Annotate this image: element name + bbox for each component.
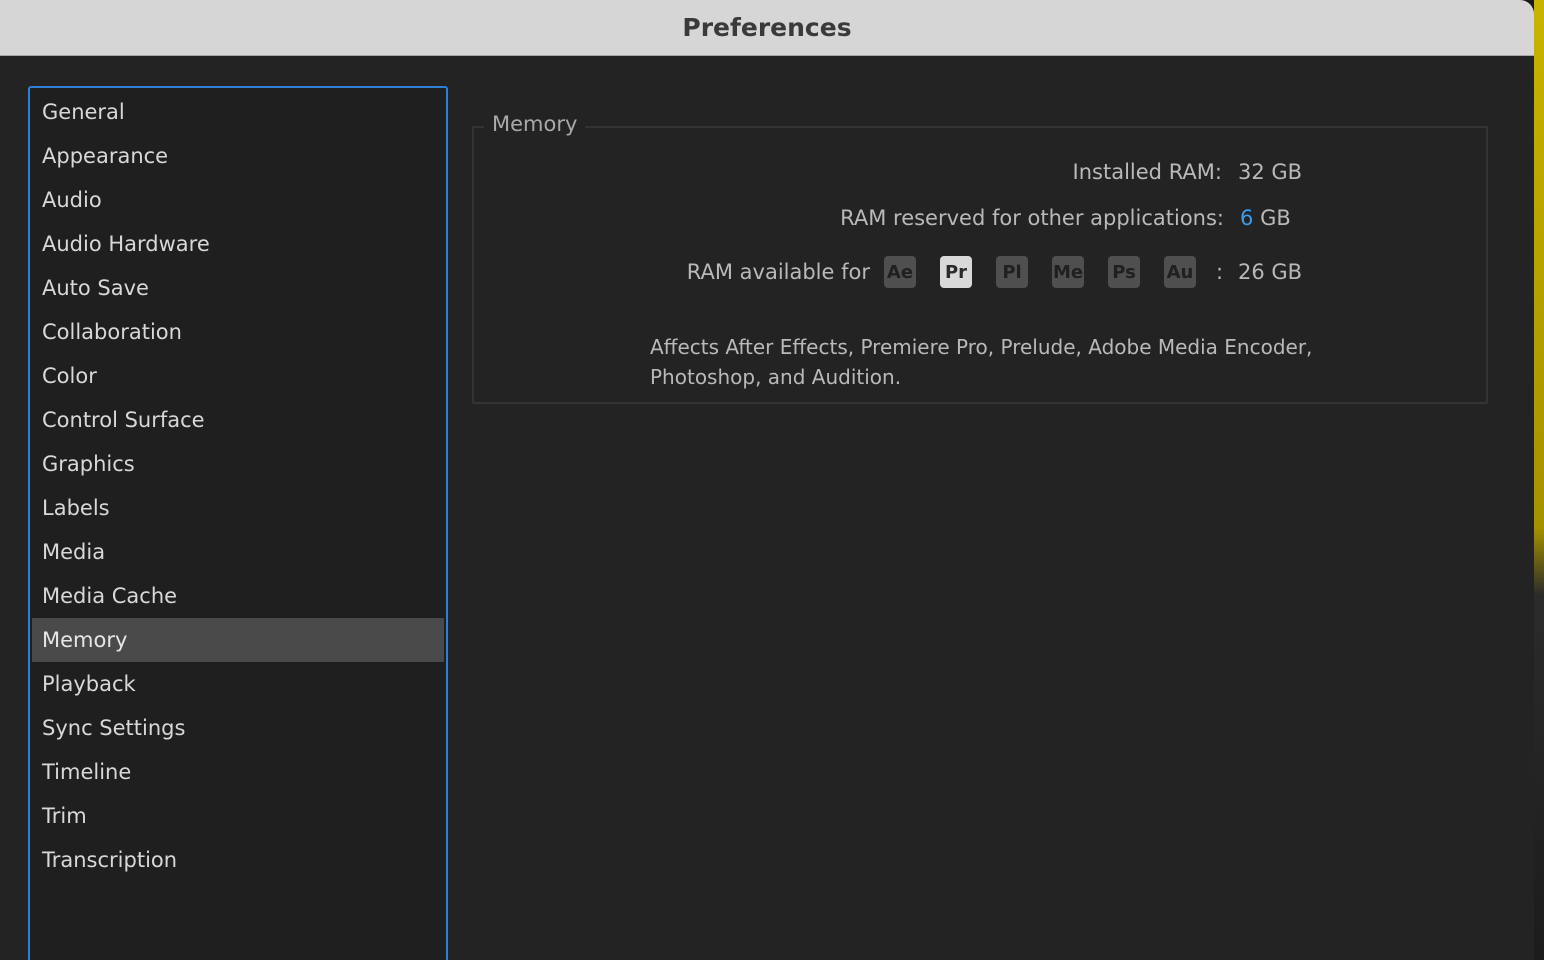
title-bar[interactable]: Preferences xyxy=(0,0,1534,56)
available-ram-value: 26 GB xyxy=(1238,260,1303,284)
premiere-pro-app-icon: Pr xyxy=(940,256,972,288)
sidebar-item-color[interactable]: Color xyxy=(32,354,444,398)
preferences-category-list[interactable]: General Appearance Audio Audio Hardware … xyxy=(28,86,448,960)
sidebar-item-graphics[interactable]: Graphics xyxy=(32,442,444,486)
sidebar-item-audio[interactable]: Audio xyxy=(32,178,444,222)
sidebar-item-media[interactable]: Media xyxy=(32,530,444,574)
window-title: Preferences xyxy=(682,13,852,42)
sidebar-item-control-surface[interactable]: Control Surface xyxy=(32,398,444,442)
memory-group-title: Memory xyxy=(484,112,586,136)
sidebar-item-trim[interactable]: Trim xyxy=(32,794,444,838)
affects-apps-note: Affects After Effects, Premiere Pro, Pre… xyxy=(650,332,1350,392)
reserved-ram-input[interactable]: 6 xyxy=(1240,206,1253,230)
installed-ram-value: 32 GB xyxy=(1238,160,1303,184)
photoshop-app-icon: Ps xyxy=(1108,256,1140,288)
media-encoder-app-icon: Me xyxy=(1052,256,1084,288)
sidebar-item-timeline[interactable]: Timeline xyxy=(32,750,444,794)
available-ram-label: RAM available for xyxy=(686,260,870,284)
available-ram-separator: : xyxy=(1216,260,1224,284)
background-window-edge xyxy=(1534,0,1544,960)
preferences-window: Preferences General Appearance Audio Aud… xyxy=(0,0,1534,960)
affects-apps-note-line-2: Photoshop, and Audition. xyxy=(650,365,902,389)
sidebar-item-labels[interactable]: Labels xyxy=(32,486,444,530)
sidebar-item-transcription[interactable]: Transcription xyxy=(32,838,444,882)
sidebar-item-general[interactable]: General xyxy=(32,90,444,134)
installed-ram-label: Installed RAM: xyxy=(1072,160,1222,184)
sidebar-item-playback[interactable]: Playback xyxy=(32,662,444,706)
sidebar-item-auto-save[interactable]: Auto Save xyxy=(32,266,444,310)
sidebar-item-appearance[interactable]: Appearance xyxy=(32,134,444,178)
sidebar-item-sync-settings[interactable]: Sync Settings xyxy=(32,706,444,750)
audition-app-icon: Au xyxy=(1164,256,1196,288)
sidebar-item-memory[interactable]: Memory xyxy=(32,618,444,662)
reserved-ram-unit: GB xyxy=(1260,206,1291,230)
sidebar-item-media-cache[interactable]: Media Cache xyxy=(32,574,444,618)
affects-apps-note-line-1: Affects After Effects, Premiere Pro, Pre… xyxy=(650,335,1313,359)
memory-group: Memory Installed RAM: 32 GB RAM reserved… xyxy=(472,112,1488,404)
after-effects-app-icon: Ae xyxy=(884,256,916,288)
reserved-ram-value-group: 6 GB xyxy=(1240,206,1291,230)
reserved-ram-label: RAM reserved for other applications: xyxy=(840,206,1224,230)
prelude-app-icon: Pl xyxy=(996,256,1028,288)
sidebar-item-audio-hardware[interactable]: Audio Hardware xyxy=(32,222,444,266)
sidebar-item-collaboration[interactable]: Collaboration xyxy=(32,310,444,354)
